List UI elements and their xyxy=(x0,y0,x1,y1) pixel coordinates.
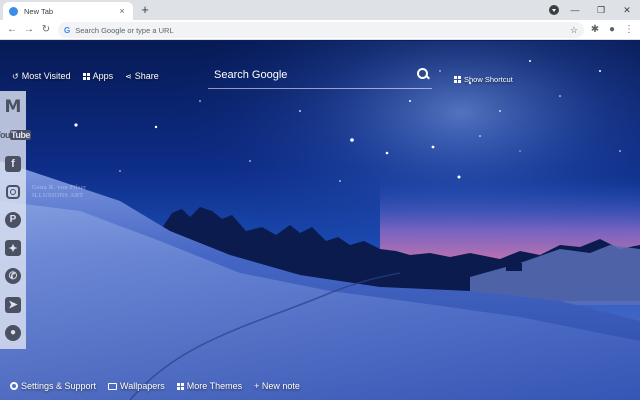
themes-grid-icon xyxy=(176,382,184,390)
facebook-link[interactable]: f xyxy=(2,153,24,175)
facebook-icon: f xyxy=(5,155,21,172)
reddit-icon: ● xyxy=(5,324,21,341)
reload-button[interactable]: ↻ xyxy=(38,22,54,38)
bottom-bar: Settings & Support Wallpapers More Theme… xyxy=(10,381,300,391)
most-visited-button[interactable]: ↺ Most Visited xyxy=(12,71,71,81)
watermark-line1: Gena R. von Filser xyxy=(32,184,87,191)
share-icon: ⋖ xyxy=(125,71,132,81)
chrome-favicon-icon xyxy=(9,6,18,16)
apps-label: Apps xyxy=(92,71,114,81)
tab-strip: New Tab × + — ❐ ✕ xyxy=(0,0,640,20)
more-themes-button[interactable]: More Themes xyxy=(176,381,243,391)
new-note-button[interactable]: + New note xyxy=(254,381,300,391)
google-icon: G xyxy=(64,25,71,35)
reddit-link[interactable]: ● xyxy=(2,322,24,344)
tab-new-tab[interactable]: New Tab × xyxy=(3,2,133,20)
forward-button[interactable]: → xyxy=(21,22,37,38)
telegram-link[interactable]: ➤ xyxy=(2,294,24,316)
address-bar-input[interactable] xyxy=(75,23,584,37)
windows-grid-icon xyxy=(454,76,461,83)
top-links-bar: ↺ Most Visited Apps ⋖ Share xyxy=(12,71,159,81)
chrome-menu-icon[interactable]: ⋮ xyxy=(621,22,637,38)
gear-icon xyxy=(10,382,18,390)
omnibox[interactable]: G ☆ xyxy=(58,22,584,38)
picture-icon xyxy=(108,382,118,390)
tab-title: New Tab xyxy=(24,6,54,16)
artist-watermark: Gena R. von Filser ILLUSIONS ART xyxy=(32,184,87,200)
instagram-link[interactable] xyxy=(2,181,24,203)
share-button[interactable]: ⋖ Share xyxy=(125,71,159,81)
wallpapers-button[interactable]: Wallpapers xyxy=(108,381,165,391)
social-sidebar: M YouTube f P ✦ ✆ ➤ ● xyxy=(0,91,31,349)
youtube-link[interactable]: YouTube xyxy=(0,124,31,146)
telegram-icon: ➤ xyxy=(5,296,21,313)
new-tab-button[interactable]: + xyxy=(138,2,152,18)
extensions-icon[interactable]: ✱ xyxy=(587,22,603,38)
pinterest-link[interactable]: P xyxy=(2,209,24,231)
wallpaper-mountain-night xyxy=(0,41,640,400)
watermark-line2: ILLUSIONS ART xyxy=(32,192,84,199)
window-controls: — ❐ ✕ xyxy=(562,0,640,20)
show-shortcut-label: Show Shortcut xyxy=(464,75,513,84)
browser-toolbar: ← → ↻ G ☆ ✱ ● ⋮ xyxy=(0,20,640,40)
search-icon[interactable] xyxy=(414,66,432,84)
whatsapp-icon: ✆ xyxy=(5,268,21,285)
twitter-icon: ✦ xyxy=(5,240,21,257)
back-button[interactable]: ← xyxy=(4,22,20,38)
show-shortcut-button[interactable]: Show Shortcut xyxy=(454,75,513,84)
wallpapers-label: Wallpapers xyxy=(120,381,165,391)
bookmark-star-icon[interactable]: ☆ xyxy=(570,22,578,38)
gmail-icon: M xyxy=(4,97,22,118)
more-themes-label: More Themes xyxy=(186,381,243,391)
gmail-link[interactable]: M xyxy=(2,96,24,118)
settings-support-button[interactable]: Settings & Support xyxy=(10,381,96,391)
instagram-icon xyxy=(6,184,20,199)
share-label: Share xyxy=(134,71,159,81)
apps-button[interactable]: Apps xyxy=(82,71,114,81)
history-icon: ↺ xyxy=(12,71,19,81)
twitter-link[interactable]: ✦ xyxy=(2,237,24,259)
settings-support-label: Settings & Support xyxy=(21,381,97,391)
search-input[interactable] xyxy=(208,68,414,81)
whatsapp-link[interactable]: ✆ xyxy=(2,265,24,287)
close-window-button[interactable]: ✕ xyxy=(614,0,640,20)
google-search-box xyxy=(208,61,432,89)
tab-search-icon[interactable] xyxy=(549,5,559,15)
pinterest-icon: P xyxy=(5,211,21,228)
new-note-label: + New note xyxy=(254,381,300,391)
apps-grid-icon xyxy=(82,72,90,80)
profile-avatar-icon[interactable]: ● xyxy=(604,22,620,38)
tab-close-icon[interactable]: × xyxy=(117,6,127,16)
new-tab-page: ↺ Most Visited Apps ⋖ Share Show Shortcu… xyxy=(0,41,640,400)
most-visited-label: Most Visited xyxy=(21,71,71,81)
minimize-button[interactable]: — xyxy=(562,0,588,20)
restore-button[interactable]: ❐ xyxy=(588,0,614,20)
youtube-icon: YouTube xyxy=(0,130,31,141)
